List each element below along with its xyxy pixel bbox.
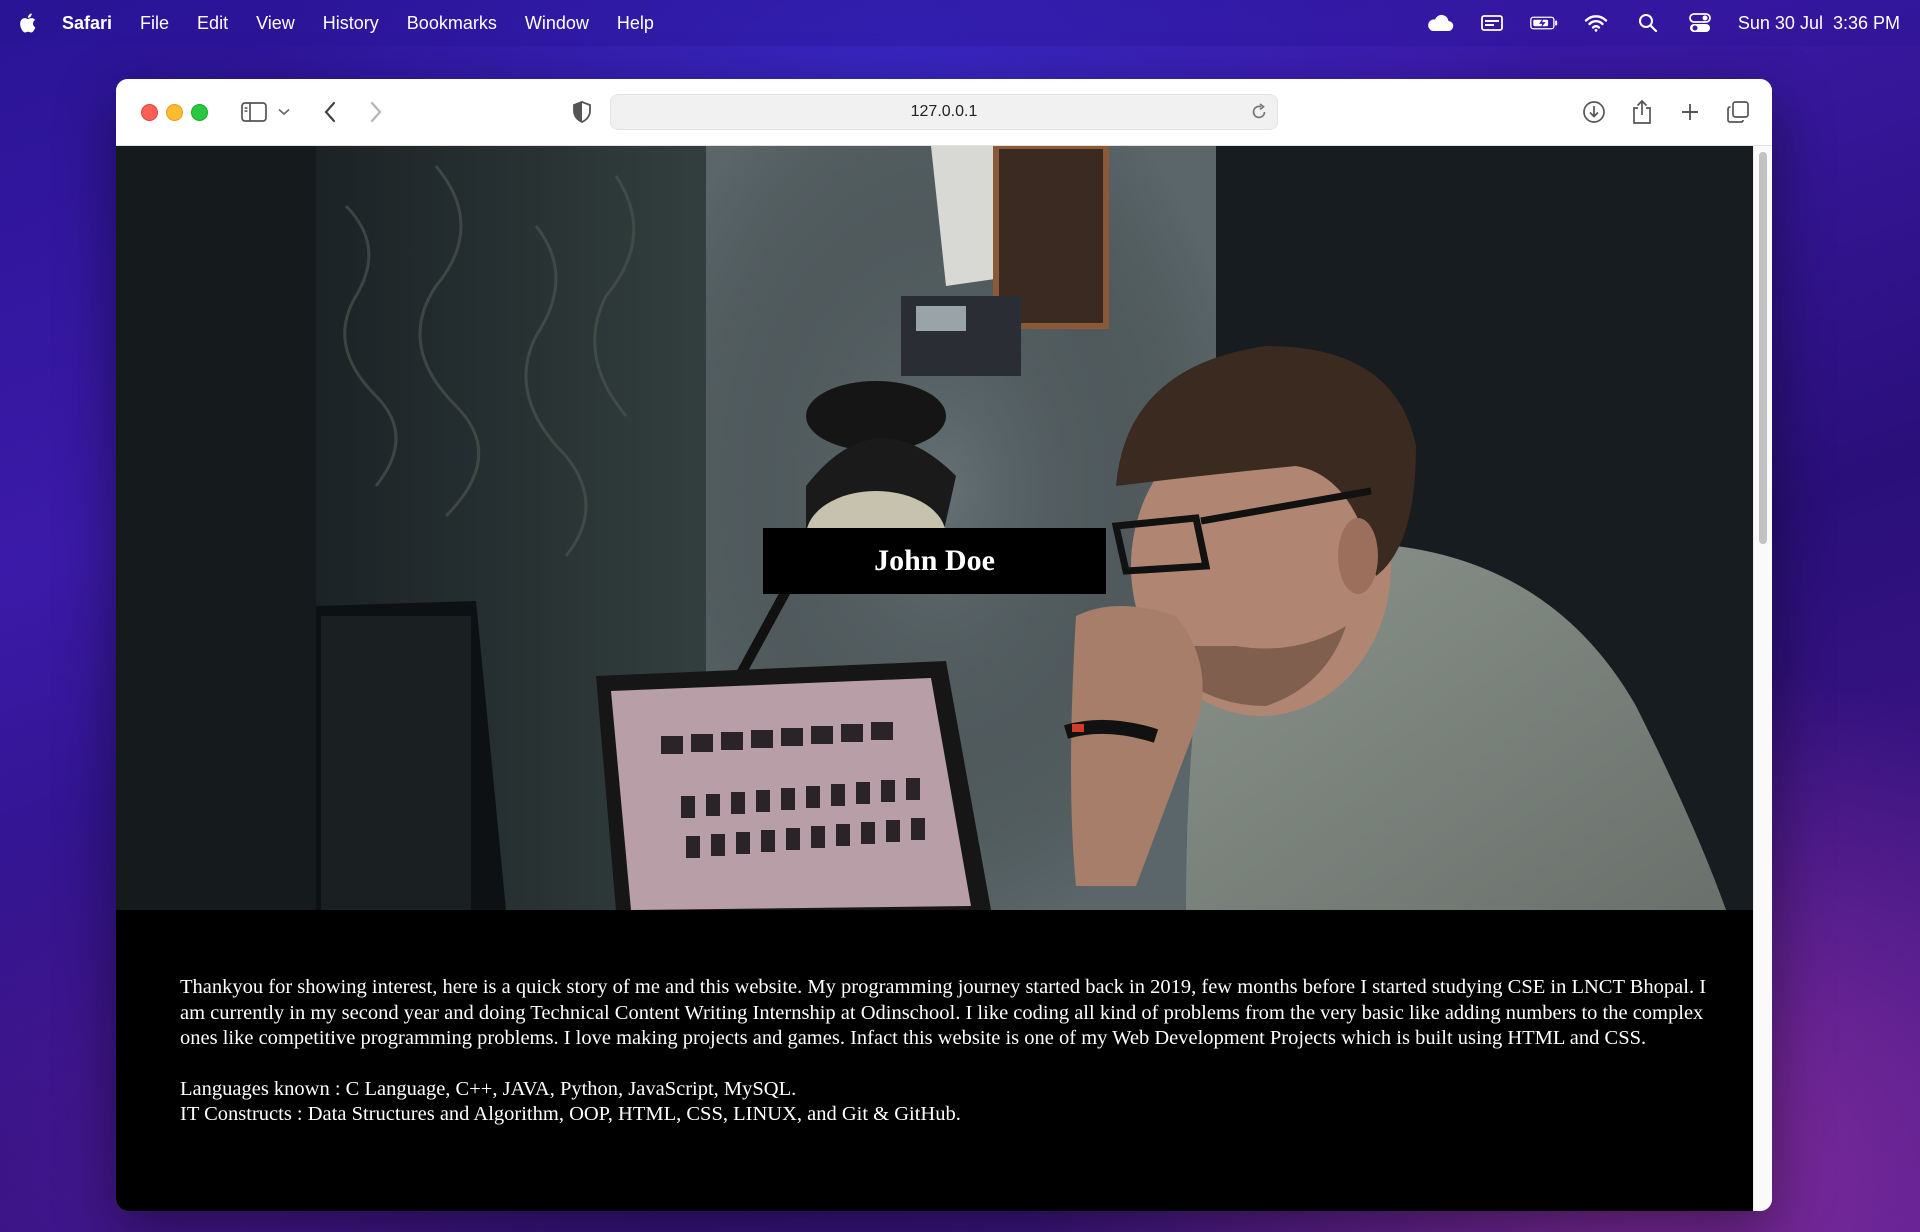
menu-bar: Safari File Edit View History Bookmarks … (0, 0, 1920, 46)
address-bar[interactable]: 127.0.0.1 (610, 94, 1278, 130)
web-page: John Doe Thankyou for showing interest, … (116, 146, 1754, 1211)
wifi-icon[interactable] (1582, 12, 1610, 34)
back-icon[interactable] (316, 96, 344, 128)
chevron-down-icon[interactable] (276, 96, 292, 128)
share-icon[interactable] (1628, 96, 1656, 128)
page-title: John Doe (874, 544, 995, 577)
menu-help[interactable]: Help (617, 13, 654, 34)
about-section: Thankyou for showing interest, here is a… (180, 975, 1720, 1128)
screen-icon[interactable] (1478, 12, 1506, 34)
control-center-icon[interactable] (1686, 12, 1714, 34)
scrollbar-thumb[interactable] (1759, 152, 1767, 544)
download-icon[interactable] (1580, 96, 1608, 128)
sidebar-icon[interactable] (240, 96, 268, 128)
menu-bookmarks[interactable]: Bookmarks (407, 13, 497, 34)
cloud-icon[interactable] (1426, 12, 1454, 34)
menubar-date[interactable]: Sun 30 Jul (1738, 13, 1823, 34)
menu-history[interactable]: History (323, 13, 379, 34)
battery-icon[interactable] (1530, 12, 1558, 34)
apple-icon[interactable] (18, 12, 40, 34)
search-icon[interactable] (1634, 12, 1662, 34)
menu-view[interactable]: View (256, 13, 295, 34)
menu-window[interactable]: Window (525, 13, 589, 34)
menu-file[interactable]: File (140, 13, 169, 34)
browser-toolbar: 127.0.0.1 (116, 79, 1772, 146)
shield-icon[interactable] (570, 96, 594, 128)
tabs-overview-icon[interactable] (1724, 96, 1752, 128)
page-scrollbar[interactable] (1753, 146, 1772, 1211)
menubar-time[interactable]: 3:36 PM (1833, 13, 1900, 34)
name-banner: John Doe (763, 528, 1106, 594)
menu-app-name[interactable]: Safari (62, 13, 112, 34)
story-paragraph: Thankyou for showing interest, here is a… (180, 976, 1707, 1049)
maximize-window-button[interactable] (191, 104, 208, 121)
new-tab-icon[interactable] (1676, 96, 1704, 128)
minimize-window-button[interactable] (166, 104, 183, 121)
close-window-button[interactable] (141, 104, 158, 121)
menu-edit[interactable]: Edit (197, 13, 228, 34)
hero-image: John Doe (116, 146, 1754, 910)
reload-icon[interactable] (1249, 102, 1269, 122)
constructs-line: IT Constructs : Data Structures and Algo… (180, 1103, 961, 1125)
url-text[interactable]: 127.0.0.1 (911, 103, 978, 121)
languages-line: Languages known : C Language, C++, JAVA,… (180, 1077, 797, 1100)
browser-window: 127.0.0.1 John Doe Thankyou for showing … (116, 79, 1772, 1211)
forward-icon[interactable] (362, 96, 390, 128)
